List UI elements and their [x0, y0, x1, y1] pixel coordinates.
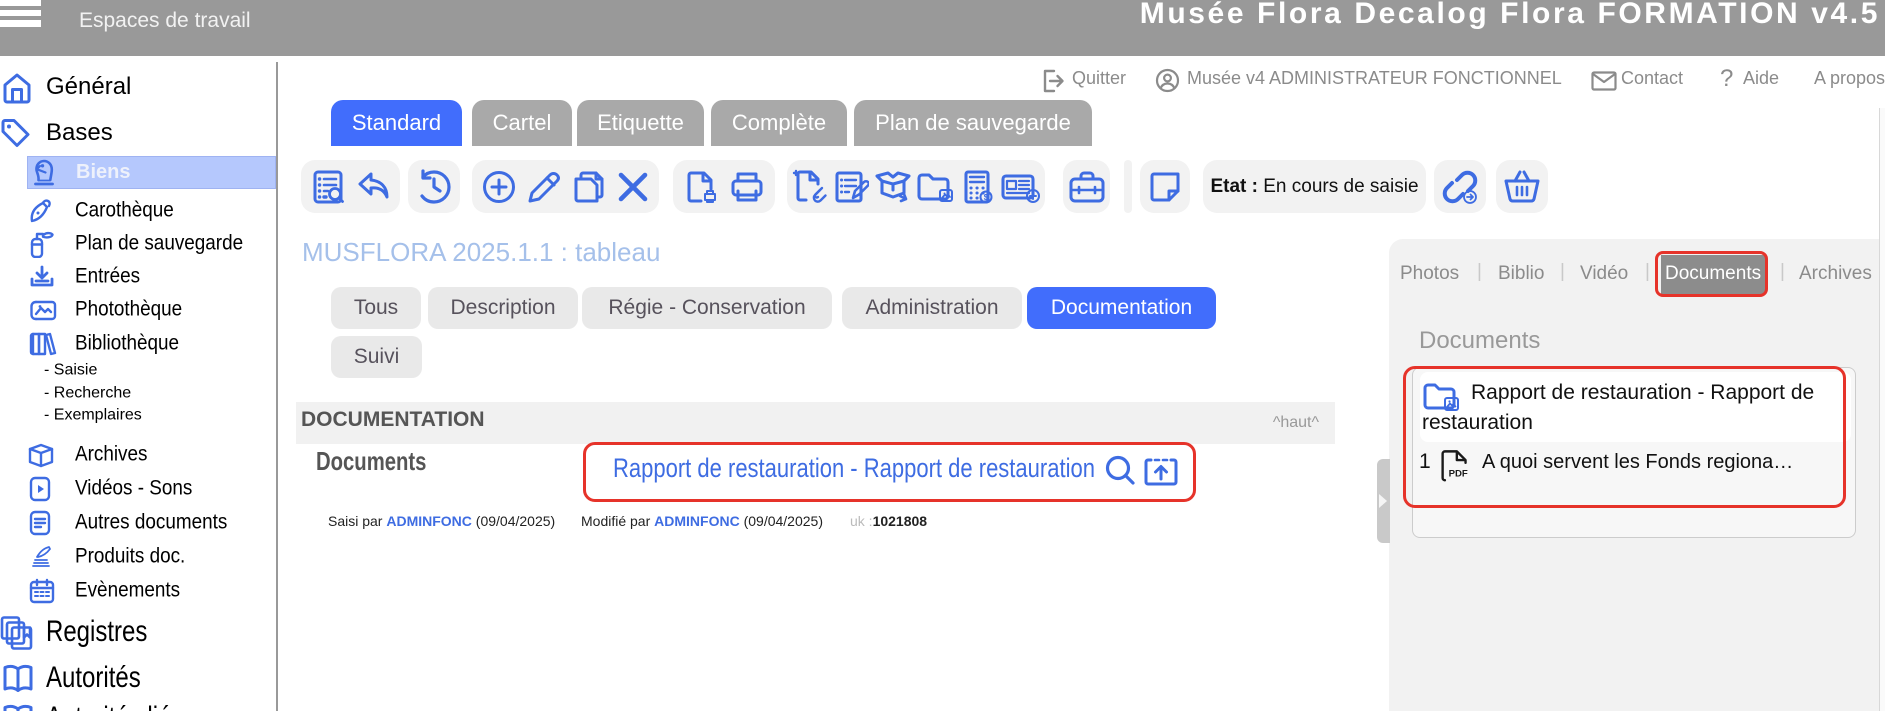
svg-text:$: $ — [984, 193, 989, 202]
